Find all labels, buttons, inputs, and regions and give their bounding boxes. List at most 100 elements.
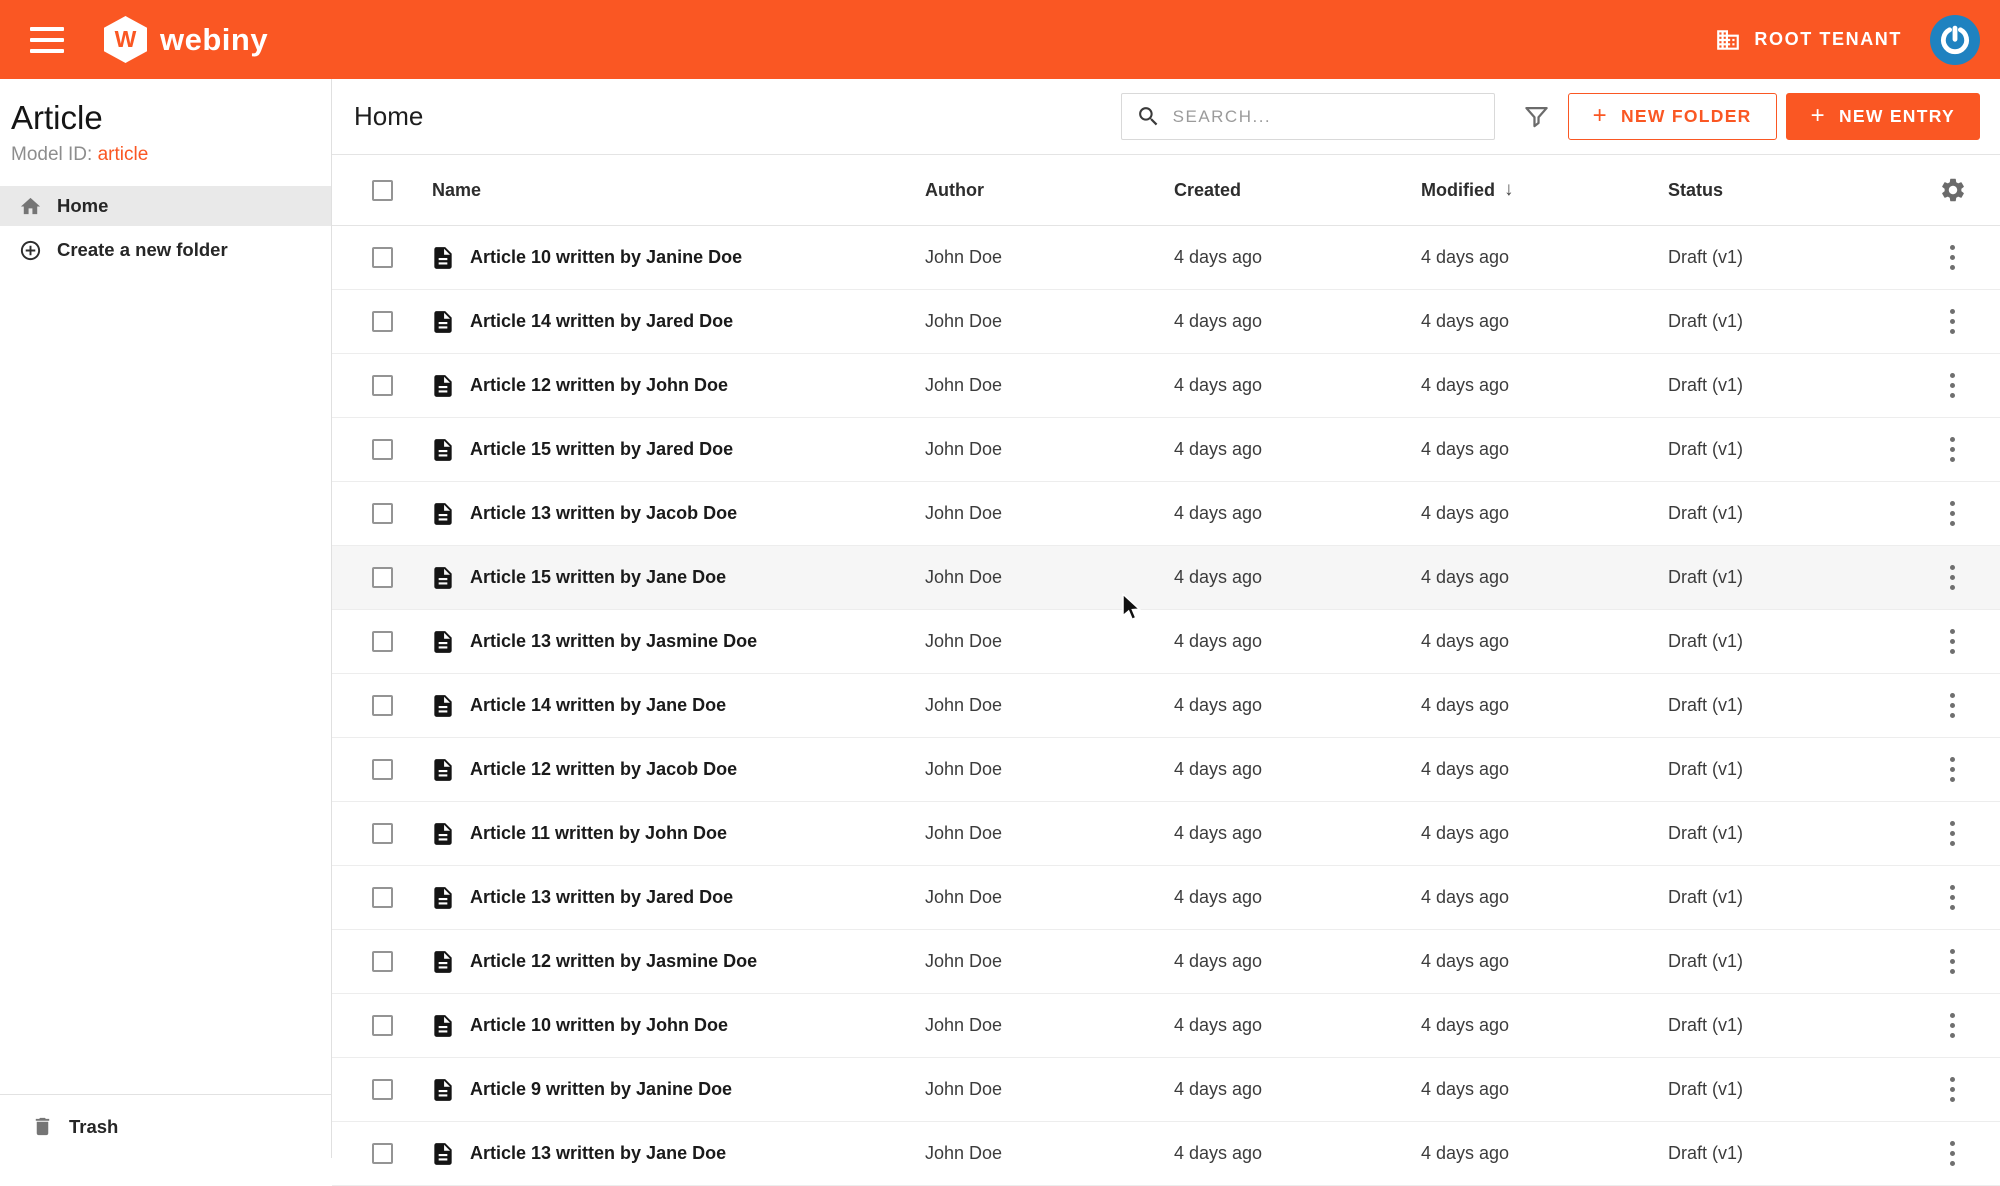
column-header-author[interactable]: Author bbox=[925, 180, 1174, 201]
entry-created: 4 days ago bbox=[1174, 631, 1263, 651]
entry-created: 4 days ago bbox=[1174, 823, 1263, 843]
row-menu-button[interactable] bbox=[1944, 751, 1961, 788]
row-checkbox[interactable] bbox=[372, 311, 393, 332]
row-menu-button[interactable] bbox=[1944, 1071, 1961, 1108]
entry-author: John Doe bbox=[925, 631, 1003, 651]
row-checkbox[interactable] bbox=[372, 439, 393, 460]
table-row[interactable]: Article 13 written by Jacob Doe John Doe… bbox=[332, 482, 2000, 546]
row-checkbox[interactable] bbox=[372, 1015, 393, 1036]
table-row[interactable]: Article 10 written by John Doe John Doe … bbox=[332, 994, 2000, 1058]
sidebar-item-home[interactable]: Home bbox=[0, 186, 331, 226]
row-checkbox[interactable] bbox=[372, 1143, 393, 1164]
search-box bbox=[1120, 93, 1495, 140]
webiny-logo-text: webiny bbox=[160, 21, 269, 57]
document-icon bbox=[434, 758, 452, 781]
table-row[interactable]: Article 13 written by Jasmine Doe John D… bbox=[332, 610, 2000, 674]
tenant-selector[interactable]: ROOT TENANT bbox=[1715, 27, 1902, 53]
row-menu-button[interactable] bbox=[1944, 623, 1961, 660]
table-row[interactable]: Article 13 written by Jane Doe John Doe … bbox=[332, 1122, 2000, 1186]
table-row[interactable]: Article 14 written by Jared Doe John Doe… bbox=[332, 290, 2000, 354]
entry-name: Article 11 written by John Doe bbox=[470, 823, 728, 843]
search-input[interactable] bbox=[1172, 106, 1480, 127]
entry-created: 4 days ago bbox=[1174, 759, 1263, 779]
row-menu-button[interactable] bbox=[1944, 879, 1961, 916]
model-title: Article bbox=[11, 99, 103, 136]
entry-author: John Doe bbox=[925, 567, 1003, 587]
row-checkbox[interactable] bbox=[372, 567, 393, 588]
row-menu-button[interactable] bbox=[1944, 815, 1961, 852]
table-row[interactable]: Article 15 written by Jane Doe John Doe … bbox=[332, 546, 2000, 610]
document-icon bbox=[434, 886, 452, 909]
row-checkbox[interactable] bbox=[372, 887, 393, 908]
entry-status: Draft (v1) bbox=[1668, 759, 1744, 779]
row-checkbox[interactable] bbox=[372, 375, 393, 396]
table-row[interactable]: Article 12 written by John Doe John Doe … bbox=[332, 354, 2000, 418]
sidebar-item-create-folder[interactable]: Create a new folder bbox=[0, 230, 331, 270]
filter-icon[interactable] bbox=[1523, 103, 1550, 130]
sort-desc-icon: ↓ bbox=[1504, 179, 1514, 200]
entry-status: Draft (v1) bbox=[1668, 695, 1744, 715]
entry-author: John Doe bbox=[925, 823, 1003, 843]
search-icon bbox=[1138, 107, 1157, 126]
column-header-created[interactable]: Created bbox=[1174, 180, 1421, 201]
entry-created: 4 days ago bbox=[1174, 503, 1263, 523]
row-checkbox[interactable] bbox=[372, 951, 393, 972]
row-menu-button[interactable] bbox=[1944, 1007, 1961, 1044]
table-row[interactable]: Article 12 written by Jacob Doe John Doe… bbox=[332, 738, 2000, 802]
row-checkbox[interactable] bbox=[372, 695, 393, 716]
topbar: W webiny ROOT TENANT bbox=[0, 0, 2000, 79]
entry-modified: 4 days ago bbox=[1421, 311, 1510, 331]
new-folder-button[interactable]: + NEW FOLDER bbox=[1567, 93, 1777, 140]
row-menu-button[interactable] bbox=[1944, 367, 1961, 404]
entry-modified: 4 days ago bbox=[1421, 759, 1510, 779]
row-menu-button[interactable] bbox=[1944, 1135, 1961, 1172]
entry-modified: 4 days ago bbox=[1421, 1143, 1510, 1163]
row-menu-button[interactable] bbox=[1944, 303, 1961, 340]
entry-status: Draft (v1) bbox=[1668, 1079, 1744, 1099]
row-menu-button[interactable] bbox=[1944, 239, 1961, 276]
table-row[interactable]: Article 11 written by John Doe John Doe … bbox=[332, 802, 2000, 866]
user-avatar[interactable] bbox=[1930, 14, 1980, 65]
new-entry-button[interactable]: + NEW ENTRY bbox=[1785, 93, 1980, 140]
row-checkbox[interactable] bbox=[372, 631, 393, 652]
column-header-status[interactable]: Status bbox=[1668, 180, 1905, 201]
table-row[interactable]: Article 15 written by Jared Doe John Doe… bbox=[332, 418, 2000, 482]
hamburger-menu-icon[interactable] bbox=[30, 26, 64, 53]
toolbar: Home + NEW FOLDER + NEW ENTRY bbox=[332, 79, 2000, 155]
table-header-row: Name Author Created Modified ↓ Status bbox=[332, 155, 2000, 226]
sidebar-item-trash[interactable]: Trash bbox=[0, 1094, 331, 1158]
table-row[interactable]: Article 14 written by Jane Doe John Doe … bbox=[332, 674, 2000, 738]
table-row[interactable]: Article 12 written by Jasmine Doe John D… bbox=[332, 930, 2000, 994]
entry-modified: 4 days ago bbox=[1421, 1015, 1510, 1035]
row-menu-button[interactable] bbox=[1944, 687, 1961, 724]
row-checkbox[interactable] bbox=[372, 823, 393, 844]
table-row[interactable]: Article 13 written by Jared Doe John Doe… bbox=[332, 866, 2000, 930]
entry-status: Draft (v1) bbox=[1668, 247, 1744, 267]
entry-name: Article 13 written by Jacob Doe bbox=[470, 503, 738, 523]
entry-created: 4 days ago bbox=[1174, 439, 1263, 459]
document-icon bbox=[434, 246, 452, 269]
plus-icon: + bbox=[1592, 101, 1608, 129]
entry-modified: 4 days ago bbox=[1421, 887, 1510, 907]
row-checkbox[interactable] bbox=[372, 503, 393, 524]
entry-created: 4 days ago bbox=[1174, 1143, 1263, 1163]
column-header-name[interactable]: Name bbox=[420, 180, 925, 201]
row-menu-button[interactable] bbox=[1944, 495, 1961, 532]
row-menu-button[interactable] bbox=[1944, 431, 1961, 468]
select-all-checkbox[interactable] bbox=[372, 179, 393, 201]
table-row[interactable]: Article 9 written by Janine Doe John Doe… bbox=[332, 1058, 2000, 1122]
entry-created: 4 days ago bbox=[1174, 311, 1263, 331]
column-header-modified[interactable]: Modified ↓ bbox=[1421, 179, 1668, 201]
entry-created: 4 days ago bbox=[1174, 695, 1263, 715]
table-settings-gear-icon[interactable] bbox=[1939, 176, 1967, 204]
row-menu-button[interactable] bbox=[1944, 559, 1961, 596]
document-icon bbox=[434, 822, 452, 845]
row-checkbox[interactable] bbox=[372, 759, 393, 780]
entry-modified: 4 days ago bbox=[1421, 503, 1510, 523]
row-menu-button[interactable] bbox=[1944, 943, 1961, 980]
table-row[interactable]: Article 10 written by Janine Doe John Do… bbox=[332, 226, 2000, 290]
row-checkbox[interactable] bbox=[372, 1079, 393, 1100]
entry-status: Draft (v1) bbox=[1668, 951, 1744, 971]
row-checkbox[interactable] bbox=[372, 247, 393, 268]
entry-status: Draft (v1) bbox=[1668, 1015, 1744, 1035]
